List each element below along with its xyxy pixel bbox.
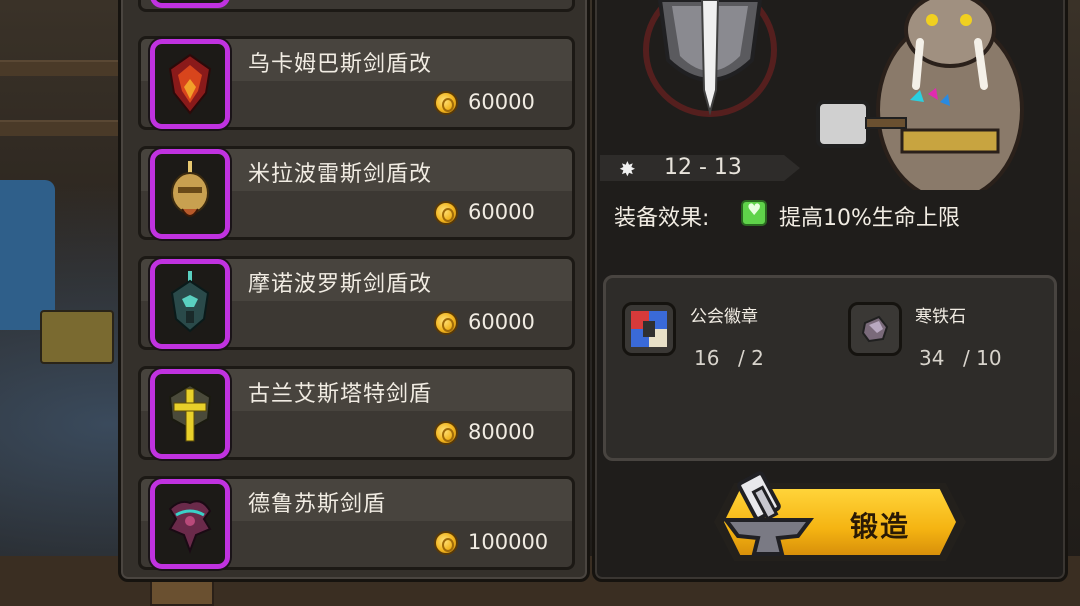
item-price: 60000 bbox=[468, 310, 535, 334]
shop-list-item[interactable]: 古兰艾斯塔特剑盾 80000 bbox=[138, 366, 575, 462]
item-name: 摩诺波罗斯剑盾改 bbox=[248, 272, 433, 297]
gold-coin-icon bbox=[434, 531, 458, 555]
item-price: 60000 bbox=[468, 90, 535, 114]
item-icon-frame bbox=[150, 369, 230, 459]
gold-coin-icon bbox=[434, 201, 458, 225]
material-required: / 2 bbox=[738, 346, 764, 370]
effect-text: 提高10%生命上限 bbox=[779, 206, 960, 231]
item-name: 米拉波雷斯剑盾改 bbox=[248, 162, 433, 187]
item-price: 100000 bbox=[468, 530, 549, 554]
forge-button-label: 锻造 bbox=[850, 510, 911, 543]
golden-cross-sword-shield-icon bbox=[168, 383, 212, 442]
cold-iron-ore-icon[interactable] bbox=[848, 302, 902, 356]
background-shelf bbox=[0, 120, 120, 136]
material-name: 公会徽章 bbox=[690, 307, 758, 327]
background-blue-cloth bbox=[0, 180, 55, 330]
material-owned: 16 bbox=[694, 346, 720, 370]
background-crate bbox=[40, 310, 114, 364]
item-icon-frame bbox=[150, 149, 230, 239]
item-icon-frame bbox=[150, 39, 230, 129]
material-owned: 34 bbox=[919, 346, 945, 370]
damage-range: 12 - 13 bbox=[664, 155, 742, 180]
item-name: 古兰艾斯塔特剑盾 bbox=[248, 382, 433, 407]
golden-helm-shield-icon bbox=[171, 161, 209, 217]
guild-badge-icon[interactable] bbox=[622, 302, 676, 356]
material-required: / 10 bbox=[963, 346, 1002, 370]
gold-coin-icon bbox=[434, 311, 458, 335]
health-heart-icon bbox=[741, 200, 767, 226]
item-list-panel[interactable]: 乌卡姆巴斯剑盾改 60000 米拉波雷斯剑盾改 60000 摩诺波罗斯剑盾改 6… bbox=[118, 0, 590, 582]
attack-burst-icon: ✸ bbox=[619, 157, 636, 181]
partial-item-icon-frame bbox=[150, 0, 230, 8]
item-price: 80000 bbox=[468, 420, 535, 444]
gold-coin-icon bbox=[434, 421, 458, 445]
walrus-blacksmith-npc bbox=[816, 0, 1024, 190]
material-name: 寒铁石 bbox=[915, 307, 966, 327]
item-price: 60000 bbox=[468, 200, 535, 224]
item-icon-frame bbox=[150, 479, 230, 569]
selected-shield-preview bbox=[643, 0, 777, 117]
shop-list-item[interactable]: 米拉波雷斯剑盾改 60000 bbox=[138, 146, 575, 242]
background-shelf bbox=[0, 60, 120, 76]
item-name: 德鲁苏斯剑盾 bbox=[248, 492, 387, 517]
violet-dragon-shield-icon bbox=[168, 500, 212, 554]
effect-label: 装备效果: bbox=[614, 206, 710, 231]
crimson-flame-shield-icon bbox=[168, 53, 212, 115]
shop-list-item[interactable]: 德鲁苏斯剑盾 100000 bbox=[138, 476, 575, 572]
shop-list-item[interactable]: 乌卡姆巴斯剑盾改 60000 bbox=[138, 36, 575, 132]
anvil-hammer-icon bbox=[722, 471, 814, 556]
teal-dark-knight-shield-icon bbox=[170, 271, 210, 333]
shop-list-item[interactable]: 摩诺波罗斯剑盾改 60000 bbox=[138, 256, 575, 352]
gold-coin-icon bbox=[434, 91, 458, 115]
item-name: 乌卡姆巴斯剑盾改 bbox=[248, 52, 433, 77]
item-icon-frame bbox=[150, 259, 230, 349]
